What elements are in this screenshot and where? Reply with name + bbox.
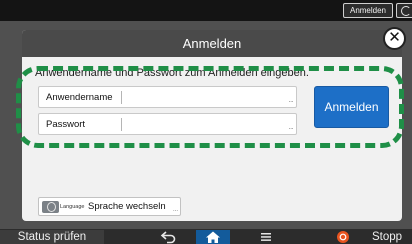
home-icon	[206, 231, 220, 243]
close-icon[interactable]: ✕	[383, 27, 406, 50]
stop-button[interactable]: Stopp	[362, 230, 412, 244]
stop-icon[interactable]	[334, 229, 352, 244]
globe-language-icon	[42, 201, 59, 213]
home-button[interactable]	[196, 230, 230, 244]
top-login-button[interactable]: Anmelden	[343, 3, 393, 18]
dialog-title: Anmelden	[22, 30, 402, 57]
language-label: Sprache wechseln	[88, 201, 166, 212]
change-language-button[interactable]: Language Sprache wechseln ...	[38, 197, 181, 216]
language-more-indicator: ...	[172, 207, 178, 213]
menu-icon[interactable]	[255, 229, 277, 244]
refresh-icon[interactable]	[396, 3, 412, 18]
language-small-label: Language	[60, 204, 85, 210]
bottom-bar: Status prüfen Stopp	[0, 229, 412, 244]
dashed-highlight-outline	[16, 66, 404, 148]
check-status-button[interactable]: Status prüfen	[0, 230, 104, 244]
back-icon[interactable]	[158, 229, 180, 244]
top-bar: Anmelden	[0, 0, 412, 21]
